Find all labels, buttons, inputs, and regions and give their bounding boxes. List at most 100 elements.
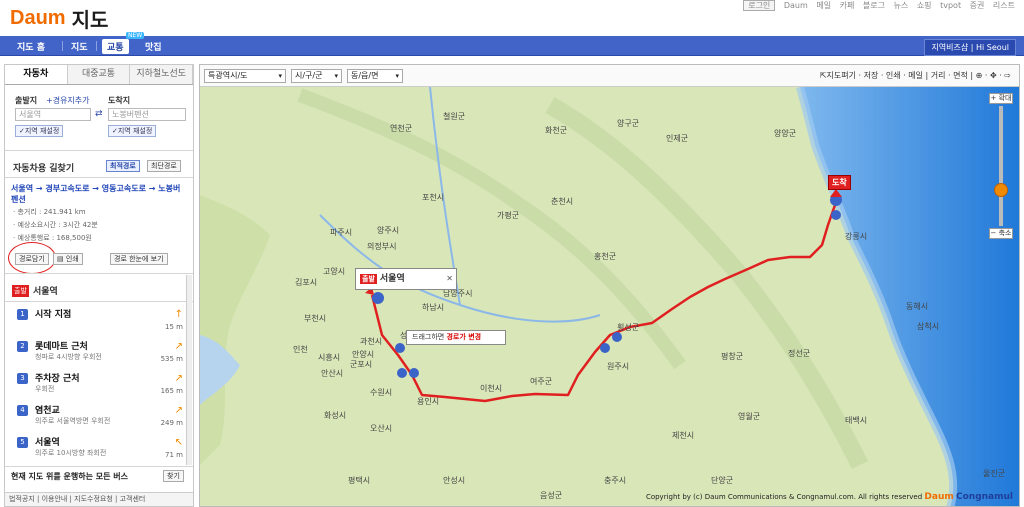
route-step[interactable]: 3 주차장 근처 우회전 ↗ 165 m [17, 371, 187, 401]
place-label[interactable]: 이천시 [480, 383, 502, 394]
place-label[interactable]: 화천군 [545, 125, 567, 136]
destination-input[interactable]: 노봉버펜션 [108, 108, 186, 121]
place-label[interactable]: 횡성군 [617, 322, 639, 333]
place-label[interactable]: 안산시 [321, 368, 343, 379]
place-label[interactable]: 군포시 [350, 359, 372, 370]
copyright-text: Copyright by (c) Daum Communications & C… [646, 492, 1013, 502]
place-label[interactable]: 양양군 [774, 128, 796, 139]
place-label[interactable]: 포천시 [422, 192, 444, 203]
tab-subway-map[interactable]: 지하철노선도 [130, 65, 194, 84]
shortest-route-button[interactable]: 최단경로 [147, 160, 181, 172]
tab-map-home[interactable]: 지도 홈 [12, 39, 50, 54]
bus-find-button[interactable]: 찾기 [163, 470, 184, 482]
tab-public-transit[interactable]: 대중교통 [67, 65, 131, 84]
fastest-route-button[interactable]: 최적경로 [106, 160, 140, 172]
place-label[interactable]: 연천군 [390, 123, 412, 134]
place-label[interactable]: 강릉시 [845, 231, 867, 242]
top-link-blog[interactable]: 블로그 [863, 1, 885, 10]
map-view[interactable]: 철원군화천군 양구군인제군 양양군 연천군포천시 춘천시가평군파주시 양주시의정부시홍천군… [199, 64, 1020, 507]
place-label[interactable]: 단양군 [711, 475, 733, 486]
step-name: 시작 지점 [35, 310, 72, 320]
place-label[interactable]: 용인시 [417, 396, 439, 407]
origin-popup[interactable]: 출발 서울역 ✕ [355, 268, 457, 290]
place-label[interactable]: 파주시 [330, 227, 352, 238]
place-label[interactable]: 고양시 [323, 266, 345, 277]
reset-origin-button[interactable]: ✓지역 재설정 [15, 125, 64, 137]
city-select[interactable]: 시/구/군 ▾ [291, 69, 342, 83]
place-label[interactable]: 화성시 [324, 410, 346, 421]
place-label[interactable]: 김포시 [295, 277, 317, 288]
place-label[interactable]: 원주시 [607, 361, 629, 372]
place-label[interactable]: 음성군 [540, 490, 562, 501]
place-label[interactable]: 정선군 [788, 348, 810, 359]
place-label[interactable]: 가평군 [497, 210, 519, 221]
place-label[interactable]: 제천시 [672, 430, 694, 441]
scrollbar[interactable] [186, 275, 192, 465]
place-label[interactable]: 하남시 [422, 302, 444, 313]
zoom-slider-handle[interactable] [994, 183, 1008, 197]
zoom-slider[interactable] [994, 106, 1008, 226]
reset-destination-button[interactable]: ✓지역 재설정 [108, 125, 157, 137]
place-label[interactable]: 인제군 [666, 133, 688, 144]
town-select[interactable]: 동/읍/면 ▾ [347, 69, 403, 83]
place-label[interactable]: 태백시 [845, 415, 867, 426]
province-select[interactable]: 특광역시/도 ▾ [204, 69, 286, 83]
sidebar-footer[interactable]: 법적공지 | 이용안내 | 지도수정요청 | 고객센터 [5, 492, 193, 506]
map-canvas[interactable] [200, 65, 1020, 507]
place-label[interactable]: 양주시 [377, 225, 399, 236]
route-step[interactable]: 4 염천교 의주로 서울역방면 우회전 ↗ 249 m [17, 403, 187, 433]
place-label[interactable]: 여주군 [530, 376, 552, 387]
print-button[interactable]: ▤ 인쇄 [53, 253, 83, 265]
tab-map[interactable]: 지도 [66, 39, 93, 54]
top-link-daum[interactable]: Daum [784, 1, 808, 10]
place-label[interactable]: 부천시 [304, 313, 326, 324]
top-link-list[interactable]: 리스트 [993, 1, 1015, 10]
regional-links[interactable]: 지역비즈샵 | Hi Seoul [924, 39, 1016, 56]
place-label[interactable]: 인천 [293, 344, 308, 355]
place-label[interactable]: 안성시 [443, 475, 465, 486]
start-name[interactable]: 서울역 [33, 284, 58, 297]
swap-icon[interactable]: ⇄ [95, 109, 103, 119]
route-summary[interactable]: 서울역 → 경부고속도로 → 영동고속도로 → 노봉버펜션 [11, 183, 183, 205]
top-link-mail[interactable]: 메일 [816, 1, 831, 10]
place-label[interactable]: 양구군 [617, 118, 639, 129]
step-name: 롯데마트 근처 [35, 342, 88, 352]
place-label[interactable]: 의정부시 [367, 241, 396, 252]
tab-restaurants[interactable]: 맛집 [140, 39, 167, 54]
map-tools[interactable]: ⇱지도펴기 · 저장 · 인쇄 · 메일 | 거리 · 면적 | ⊕ · ✥ ·… [820, 70, 1011, 81]
top-link-cafe[interactable]: 카페 [840, 1, 855, 10]
place-label[interactable]: 삼척시 [917, 321, 939, 332]
place-label[interactable]: 철원군 [443, 111, 465, 122]
place-label[interactable]: 평창군 [721, 351, 743, 362]
daum-map-logo[interactable]: Daum 지도 [10, 4, 108, 33]
place-label[interactable]: 춘천시 [551, 196, 573, 207]
route-step[interactable]: 2 롯데마트 근처 청파로 4시방향 우회전 ↗ 535 m [17, 339, 187, 369]
top-link-news[interactable]: 뉴스 [894, 1, 909, 10]
nav-divider [96, 41, 97, 51]
place-label[interactable]: 시흥시 [318, 352, 340, 363]
zoom-out-button[interactable]: − 축소 [989, 228, 1013, 239]
top-link-tvpot[interactable]: tvpot [940, 1, 961, 10]
place-label[interactable]: 동해시 [906, 301, 928, 312]
place-label[interactable]: 과천시 [360, 336, 382, 347]
tab-traffic[interactable]: 교통 [102, 39, 129, 54]
tab-car[interactable]: 자동차 [5, 65, 68, 84]
place-label[interactable]: 수원시 [370, 387, 392, 398]
add-waypoint-link[interactable]: +경유지추가 [46, 95, 90, 106]
place-label[interactable]: 평택시 [348, 475, 370, 486]
top-link-shopping[interactable]: 쇼핑 [917, 1, 932, 10]
new-badge: NEW [126, 32, 145, 39]
place-label[interactable]: 충주시 [604, 475, 626, 486]
route-step[interactable]: 5 서울역 의주로 10시방향 좌회전 ↖ 71 m [17, 435, 187, 465]
place-label[interactable]: 오산시 [370, 423, 392, 434]
place-label[interactable]: 울진군 [983, 468, 1005, 479]
place-label[interactable]: 홍천군 [594, 251, 616, 262]
route-step[interactable]: 1 시작 지점 ↑ 15 m [17, 307, 187, 337]
view-whole-route-button[interactable]: 경로 한눈에 보기 [110, 253, 168, 265]
place-label[interactable]: 영월군 [738, 411, 760, 422]
origin-input[interactable]: 서울역 [15, 108, 91, 121]
login-link[interactable]: 로그인 [743, 0, 776, 11]
top-link-stock[interactable]: 증권 [970, 1, 985, 10]
zoom-in-button[interactable]: + 확대 [989, 93, 1013, 104]
close-icon[interactable]: ✕ [446, 269, 453, 289]
